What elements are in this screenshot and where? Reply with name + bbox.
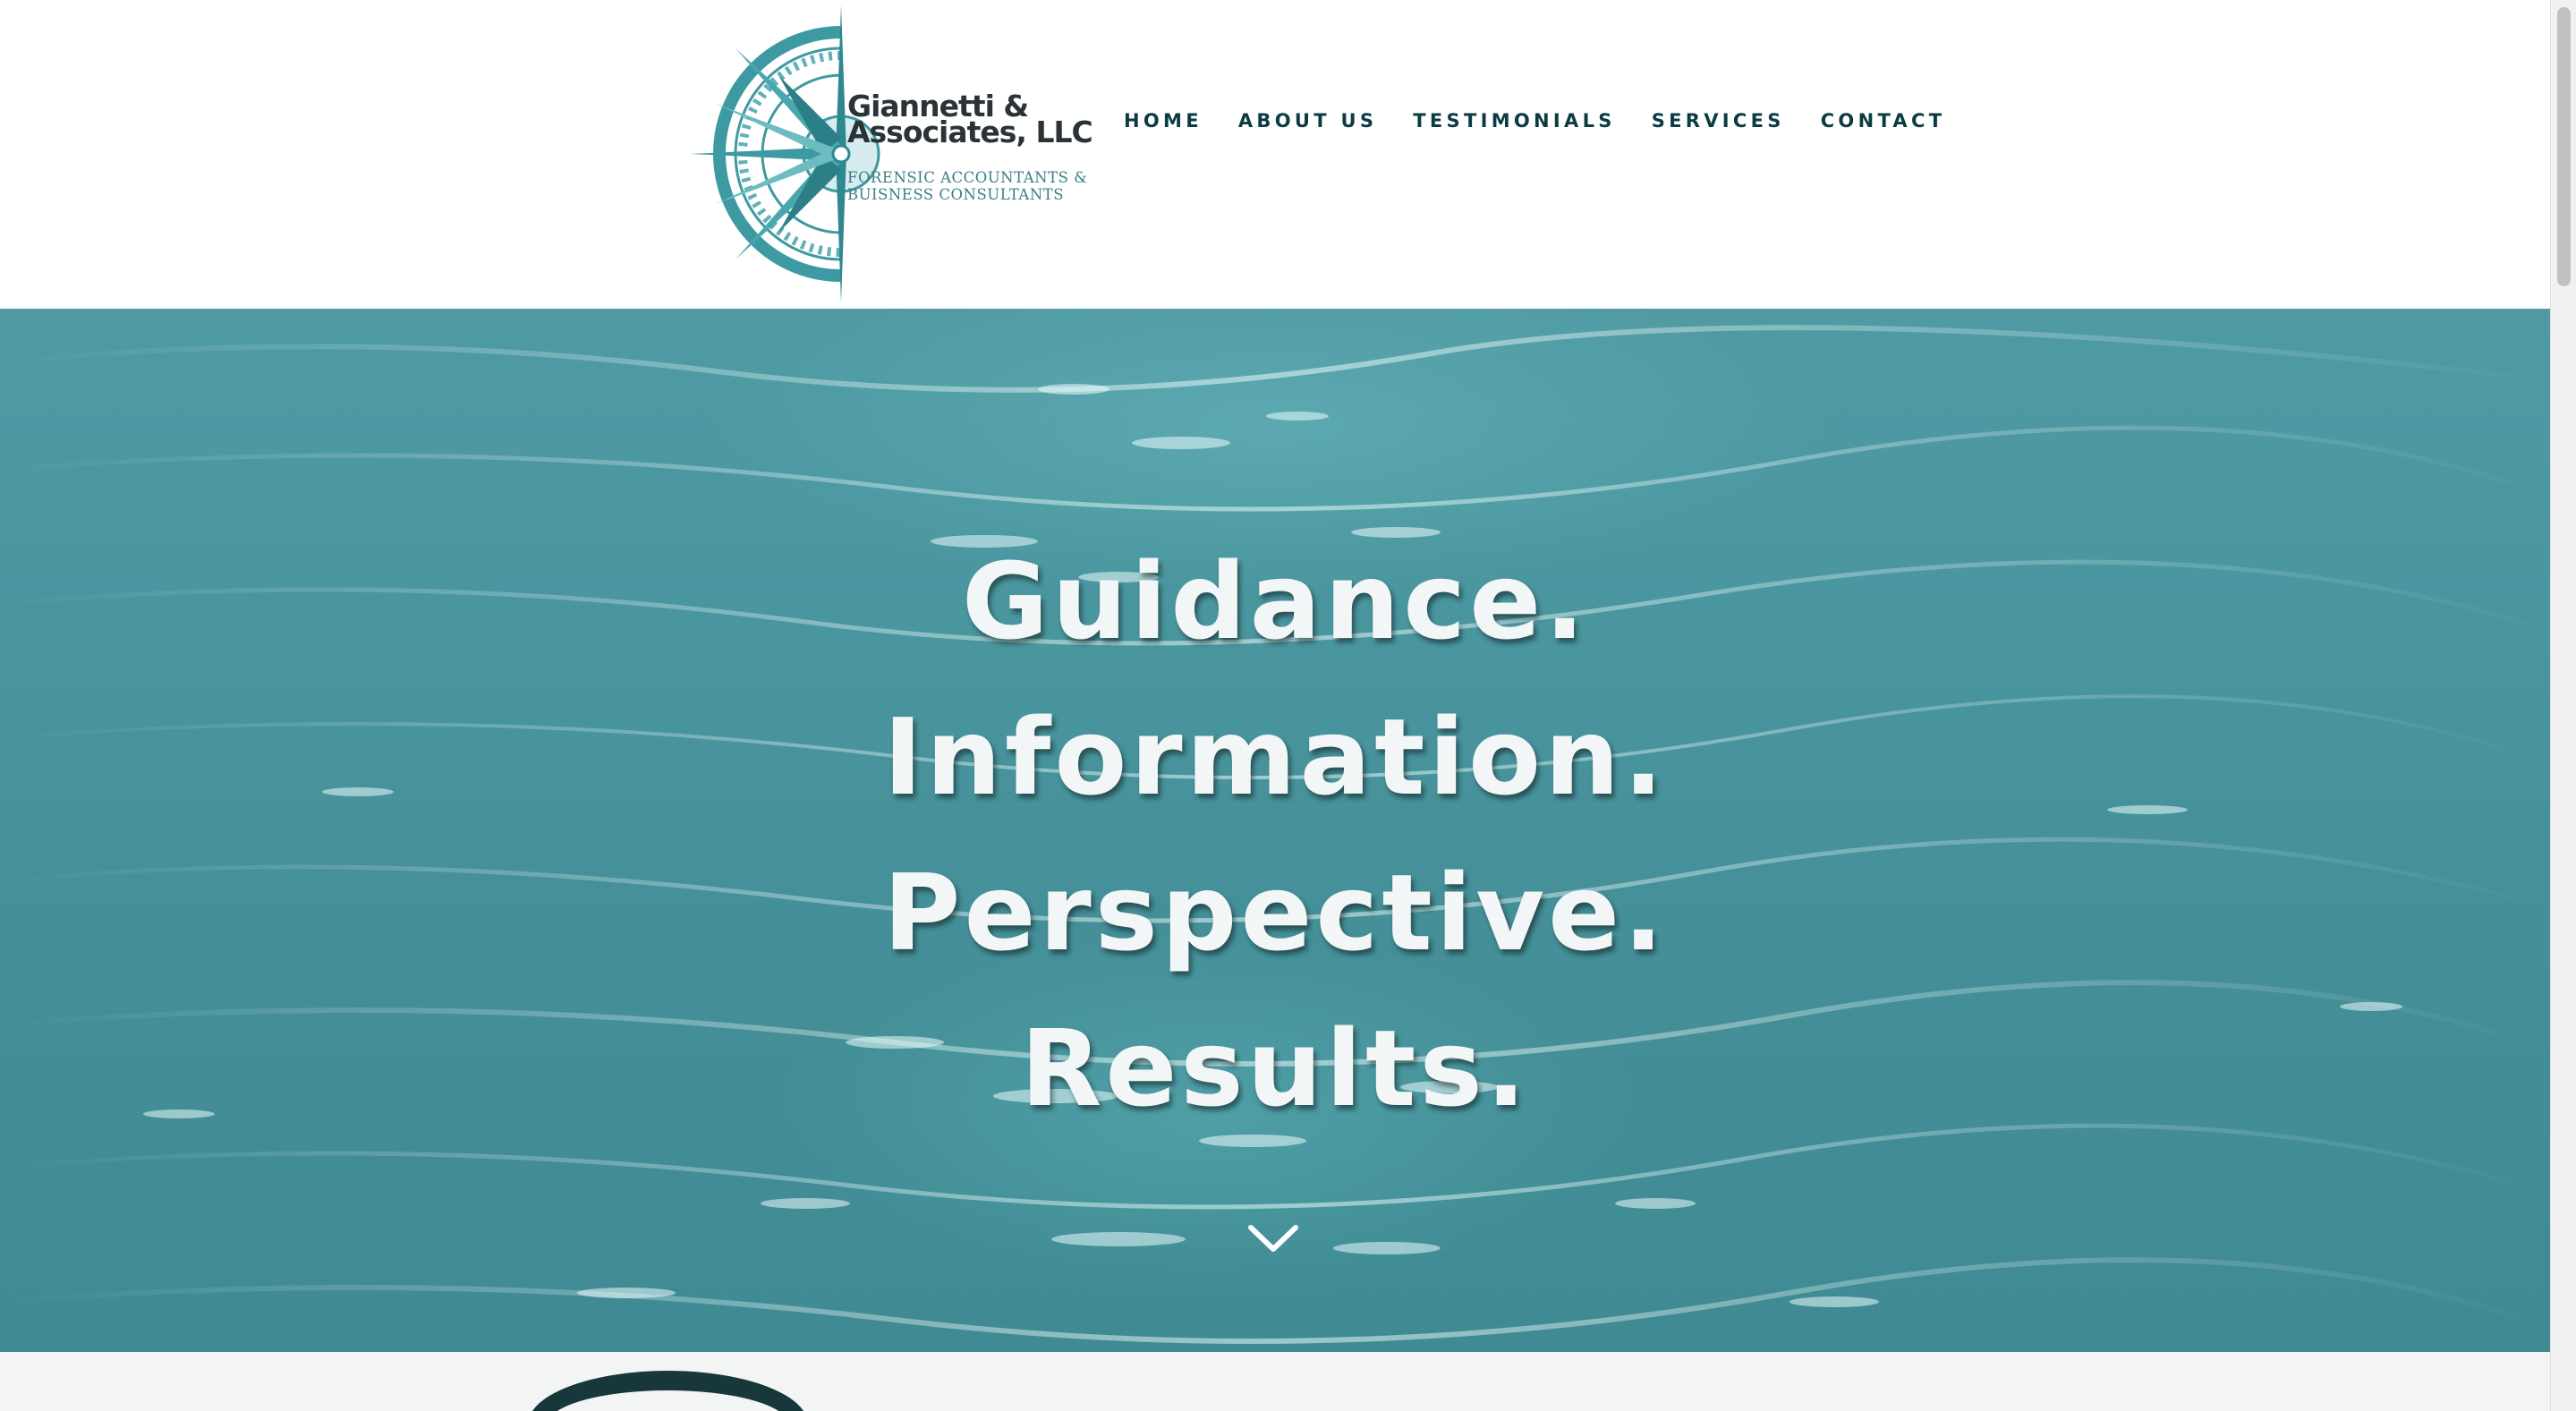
logo[interactable]: [689, 4, 1083, 304]
page-scrollbar[interactable]: [2550, 0, 2576, 1411]
company-name-line2: Associates, LLC: [847, 115, 1093, 149]
company-name: Giannetti & Associates, LLC: [847, 91, 1116, 149]
headline-line-3: Perspective.: [882, 851, 1668, 974]
main-nav: HOME ABOUT US TESTIMONIALS SERVICES CONT…: [1106, 110, 1963, 132]
tagline-line1: FORENSIC ACCOUNTANTS &: [847, 169, 1088, 186]
nav-services[interactable]: SERVICES: [1634, 110, 1803, 132]
compass-rose-icon: [691, 5, 880, 302]
nav-testimonials[interactable]: TESTIMONIALS: [1395, 110, 1633, 132]
nav-home[interactable]: HOME: [1106, 110, 1220, 132]
company-tagline: FORENSIC ACCOUNTANTS & BUISNESS CONSULTA…: [847, 169, 1116, 203]
nav-about-us[interactable]: ABOUT US: [1220, 110, 1395, 132]
chevron-down-icon: [1248, 1225, 1298, 1252]
scroll-down-button[interactable]: [1247, 1222, 1299, 1256]
hero-headline: Guidance. Information. Perspective. Resu…: [0, 523, 2550, 1146]
next-section: [0, 1352, 2550, 1411]
site-header: Giannetti & Associates, LLC FORENSIC ACC…: [0, 0, 2550, 309]
scrollbar-thumb[interactable]: [2557, 7, 2571, 286]
headline-line-2: Information.: [883, 695, 1667, 819]
hero-section: Guidance. Information. Perspective. Resu…: [0, 309, 2550, 1352]
headline-line-1: Guidance.: [961, 540, 1589, 663]
headline-line-4: Results.: [1020, 1007, 1530, 1130]
tagline-line2: BUISNESS CONSULTANTS: [847, 186, 1065, 203]
nav-contact[interactable]: CONTACT: [1803, 110, 1964, 132]
page: Giannetti & Associates, LLC FORENSIC ACC…: [0, 0, 2576, 1411]
